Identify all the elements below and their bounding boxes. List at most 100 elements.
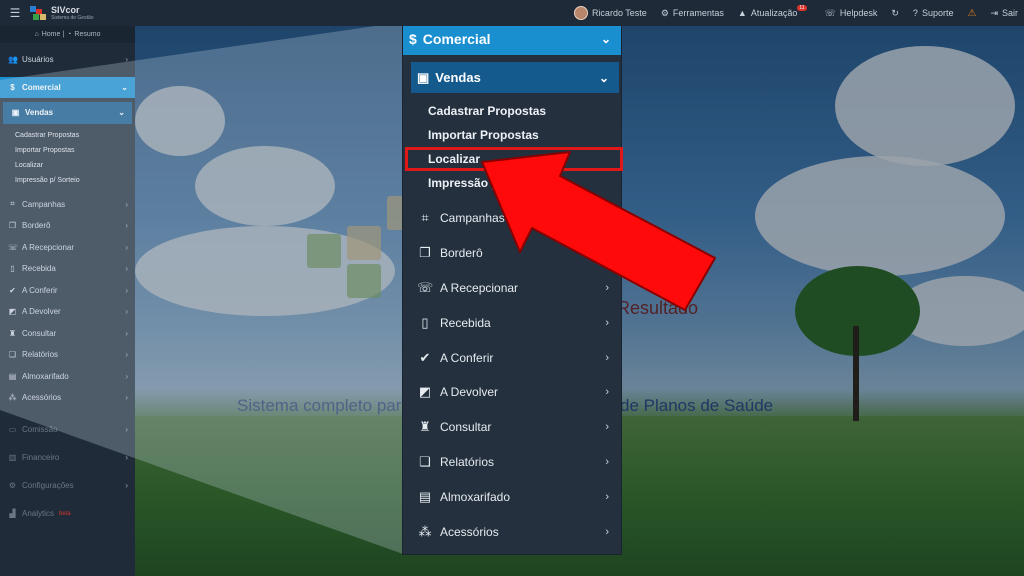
sidebar-item-to-receive[interactable]: ☏ A Recepcionar ›: [0, 237, 135, 259]
zoom-subitem-print[interactable]: Impressão p/: [403, 171, 621, 195]
top-bar: ☰ SIVcor Sistema de Gestão Ricardo Teste…: [0, 0, 1024, 26]
sidebar-item-financial[interactable]: ▥ Financeiro ›: [0, 444, 135, 472]
sidebar-subitem-register-proposals[interactable]: Cadastrar Propostas: [0, 128, 135, 143]
help-circle-icon: ?: [912, 8, 918, 18]
sidebar-item-commission[interactable]: ▭ Comissão ›: [0, 416, 135, 444]
sidebar-item-label: Financeiro: [22, 453, 60, 462]
helpdesk-link[interactable]: ☏ Helpdesk: [825, 8, 878, 19]
zoom-subitem-locate-highlighted[interactable]: Localizar: [405, 147, 623, 171]
top-actions: Ricardo Teste ⚙ Ferramentas ▲ Atualizaçã…: [573, 5, 1024, 20]
exit-button[interactable]: ⇥ Sair: [990, 8, 1018, 19]
zoom-item-sales[interactable]: ▣ Vendas ⌄: [411, 62, 619, 93]
refresh-button[interactable]: ↻: [891, 8, 899, 19]
archive-icon: ▤: [418, 488, 432, 504]
chevron-down-icon: ⌄: [121, 82, 128, 92]
sidebar-item-warehouse[interactable]: ▤ Almoxarifado ›: [0, 366, 135, 388]
zoom-item-label: Vendas: [435, 70, 481, 85]
sidebar-item-accessories[interactable]: ⁂ Acessórios ›: [0, 387, 135, 409]
sidebar-item-users[interactable]: 👥 Usuários ›: [0, 49, 135, 71]
sidebar-item-reports[interactable]: ❏ Relatórios ›: [0, 344, 135, 366]
sidebar-item-sales[interactable]: ▣ Vendas ⌄: [3, 102, 132, 124]
sidebar-item-label: A Devolver: [22, 307, 61, 317]
zoom-item-warehouse[interactable]: ▤ Almoxarifado ›: [403, 479, 621, 514]
chevron-right-icon: ›: [125, 242, 128, 252]
sidebar-item-to-check[interactable]: ✔ A Conferir ›: [0, 280, 135, 302]
zoom-item-label: Recebida: [440, 315, 491, 330]
chevron-right-icon: ›: [605, 525, 609, 538]
sidebar-subitem-print-draw[interactable]: Impressão p/ Sorteio: [0, 173, 135, 188]
user-menu[interactable]: Ricardo Teste: [573, 6, 647, 20]
chevron-right-icon: ›: [125, 371, 128, 381]
sidebar-item-campaigns[interactable]: ⌗ Campanhas ›: [0, 194, 135, 216]
chevron-right-icon: ›: [605, 455, 609, 468]
avatar: [573, 6, 588, 20]
zoom-item-commercial[interactable]: $ Comercial ⌄: [403, 22, 621, 55]
sidebar-item-settings[interactable]: ⚙ Configurações ›: [0, 472, 135, 500]
zoom-item-label: Relatórios: [440, 454, 495, 469]
chevron-right-icon: ›: [125, 221, 128, 231]
sidebar: ⌂ Home | ◔ Resumo 👥 Usuários › $ Comerci…: [0, 26, 135, 576]
chevron-right-icon: ›: [605, 351, 609, 364]
chevron-right-icon: ›: [605, 421, 609, 434]
return-box-icon: ◩: [8, 307, 17, 317]
support-label: Suporte: [921, 8, 954, 18]
sidebar-item-received[interactable]: ▯ Recebida ›: [0, 258, 135, 280]
chevron-down-icon: ⌄: [118, 108, 125, 118]
beta-badge: beta: [59, 510, 71, 517]
bookmark-icon: ▯: [421, 314, 429, 330]
chevron-right-icon: ›: [125, 393, 128, 403]
sidebar-item-consult[interactable]: ♜ Consultar ›: [0, 323, 135, 345]
check-circle-icon: ✔: [9, 285, 16, 295]
sidebar-subitem-locate[interactable]: Localizar: [0, 158, 135, 173]
briefcase-icon: ▣: [417, 69, 430, 85]
update-count-badge: 11: [797, 5, 807, 11]
reports-icon: ❏: [8, 350, 17, 360]
sidebar-item-commercial[interactable]: $ Comercial ⌄: [0, 76, 135, 98]
brand-logo[interactable]: SIVcor Sistema de Gestão: [30, 5, 94, 21]
home-summary-link[interactable]: ⌂ Home | ◔ Resumo: [0, 26, 135, 43]
tags-icon: ⌗: [421, 210, 429, 226]
zoom-item-accessories[interactable]: ⁂ Acessórios ›: [403, 514, 621, 549]
exit-label: Sair: [1001, 8, 1018, 18]
chevron-right-icon: ›: [125, 264, 128, 274]
check-circle-icon: ✔: [419, 349, 431, 365]
sidebar-item-label: Borderô: [22, 221, 51, 231]
chevron-right-icon: ›: [125, 453, 128, 462]
sidebar-subitem-import-proposals[interactable]: Importar Propostas: [0, 143, 135, 158]
sidebar-item-bordero[interactable]: ❐ Borderô ›: [0, 215, 135, 237]
zoom-subitem-import-proposals[interactable]: Importar Propostas: [403, 123, 621, 147]
menu-toggle-icon[interactable]: ☰: [0, 6, 30, 20]
sidebar-item-analytics[interactable]: ▟ Analytics beta: [0, 500, 135, 528]
zoom-item-to-check[interactable]: ✔ A Conferir ›: [403, 340, 621, 375]
zoom-item-label: A Conferir: [440, 350, 494, 365]
chevron-right-icon: ›: [125, 307, 128, 317]
chevron-right-icon: ›: [125, 425, 128, 434]
gears-icon: ⚙: [8, 481, 17, 490]
refresh-icon: ↻: [891, 7, 899, 18]
zoom-item-to-receive[interactable]: ☏ A Recepcionar ›: [403, 271, 621, 306]
zoom-item-consult[interactable]: ♜ Consultar ›: [403, 410, 621, 445]
update-menu[interactable]: ▲ Atualização 11: [738, 5, 811, 18]
sidebar-item-label: Campanhas: [22, 199, 66, 209]
cubes-icon: ⁂: [418, 523, 432, 539]
zoom-item-received[interactable]: ▯ Recebida ›: [403, 305, 621, 340]
sidebar-item-label: Consultar: [22, 328, 57, 338]
users-icon: 👥: [8, 55, 18, 65]
warning-icon: ⚠: [967, 7, 977, 19]
zoom-item-to-return[interactable]: ◩ A Devolver ›: [403, 375, 621, 410]
zoom-item-bordero[interactable]: ❐ Borderô: [403, 236, 621, 271]
chevron-right-icon: ›: [605, 490, 609, 503]
zoom-item-reports[interactable]: ❏ Relatórios ›: [403, 445, 621, 480]
sidebar-item-to-return[interactable]: ◩ A Devolver ›: [0, 301, 135, 323]
zoom-item-label: A Devolver: [440, 385, 499, 400]
sidebar-item-label: Almoxarifado: [22, 371, 69, 381]
money-icon: ▭: [8, 425, 17, 434]
zoom-item-campaigns[interactable]: ⌗ Campanhas: [403, 201, 621, 236]
zoom-item-label: Almoxarifado: [440, 489, 511, 504]
gears-icon: ⚙: [660, 7, 669, 18]
copy-icon: ❐: [8, 221, 17, 231]
tools-menu[interactable]: ⚙ Ferramentas: [661, 8, 724, 19]
warning-button[interactable]: ⚠: [967, 8, 976, 19]
zoom-subitem-register-proposals[interactable]: Cadastrar Propostas: [403, 99, 621, 123]
support-link[interactable]: ? Suporte: [913, 8, 954, 18]
